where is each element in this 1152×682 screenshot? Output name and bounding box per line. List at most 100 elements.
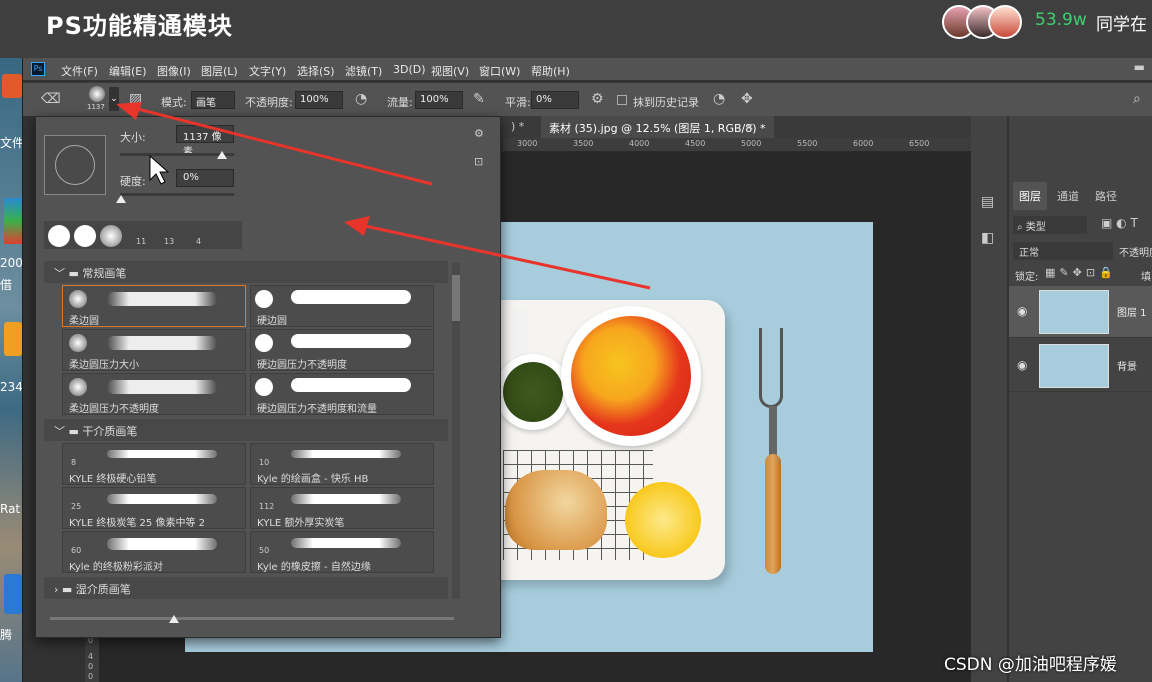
search-icon[interactable]: ⌕: [1133, 91, 1141, 107]
brush-tip-icon: [69, 290, 87, 308]
eye-icon[interactable]: ◉: [1017, 358, 1027, 372]
brush-number: 11: [136, 237, 147, 246]
hardness-slider-handle[interactable]: [116, 195, 126, 203]
mode-select[interactable]: 画笔: [191, 91, 235, 109]
menu-view[interactable]: 视图(V): [431, 63, 469, 79]
adjustments-icon[interactable]: ◧: [981, 230, 994, 246]
app-icon[interactable]: [4, 198, 22, 244]
brush-preset[interactable]: 8 KYLE 终极硬心铅笔: [62, 443, 246, 485]
gear-icon[interactable]: ⚙: [474, 127, 484, 140]
properties-icon[interactable]: ▤: [981, 194, 994, 210]
tab-document[interactable]: ) *: [503, 116, 532, 138]
brush-group-dry-media[interactable]: ﹀ ▬ 干介质画笔: [44, 419, 448, 441]
tab-channels[interactable]: 通道: [1051, 182, 1085, 210]
recent-brush[interactable]: 4: [194, 223, 214, 247]
gear-icon[interactable]: ⚙: [591, 91, 604, 107]
layer-row[interactable]: ◉ 背景: [1009, 340, 1152, 392]
filter-pixel-icon[interactable]: ▣ ◐ T: [1101, 216, 1138, 230]
menu-help[interactable]: 帮助(H): [531, 63, 570, 79]
recent-brush[interactable]: [48, 225, 70, 247]
brush-stroke-preview: [107, 538, 217, 550]
size-label: 大小:: [120, 131, 146, 144]
menu-edit[interactable]: 编辑(E): [109, 63, 147, 79]
size-field[interactable]: 1137 像素: [176, 125, 234, 158]
history-checkbox[interactable]: [617, 95, 627, 105]
scrollbar-thumb[interactable]: [452, 275, 460, 321]
recent-brush[interactable]: 11: [134, 223, 154, 247]
brush-preset[interactable]: 柔边圆压力不透明度: [62, 373, 246, 415]
airbrush-icon[interactable]: ✎: [473, 91, 485, 107]
hardness-slider[interactable]: [120, 193, 234, 196]
opacity-field[interactable]: 100%: [295, 91, 343, 109]
menu-window[interactable]: 窗口(W): [479, 63, 520, 79]
app-icon[interactable]: [4, 574, 22, 614]
menu-type[interactable]: 文字(Y): [249, 63, 286, 79]
preview-size-slider[interactable]: [50, 617, 454, 620]
tab-layers[interactable]: 图层: [1013, 182, 1047, 210]
recent-brush[interactable]: 13: [162, 223, 182, 247]
brush-angle-preview[interactable]: [44, 135, 106, 195]
smoothing-field[interactable]: 0%: [531, 91, 579, 109]
blend-mode-select[interactable]: 正常: [1013, 242, 1113, 260]
brush-group-general[interactable]: ﹀ ▬ 常规画笔: [44, 261, 448, 283]
menu-image[interactable]: 图像(I): [157, 63, 191, 79]
brush-preset-icon[interactable]: [89, 86, 105, 102]
pressure-size-icon[interactable]: ◔: [713, 91, 725, 107]
symmetry-icon[interactable]: ✥: [741, 91, 753, 107]
tab-paths[interactable]: 路径: [1089, 182, 1123, 210]
tab-document-active[interactable]: 素材 (35).jpg @ 12.5% (图层 1, RGB/8) *: [541, 116, 774, 138]
brush-preset[interactable]: 硬边圆: [250, 285, 434, 327]
brush-preset[interactable]: 柔边圆压力大小: [62, 329, 246, 371]
brush-name: KYLE 额外厚实炭笔: [257, 518, 345, 529]
brush-number: 112: [259, 502, 275, 511]
brush-preset[interactable]: 硬边圆压力不透明度: [250, 329, 434, 371]
size-slider-handle[interactable]: [217, 151, 227, 159]
layer-row[interactable]: ◉ 图层 1: [1009, 286, 1152, 338]
layer-kind-filter[interactable]: ⌕ 类型: [1013, 216, 1087, 234]
lock-icon[interactable]: ▦✎✥⊡🔒: [1045, 266, 1117, 279]
avatar[interactable]: [988, 5, 1022, 39]
brush-number: 13: [164, 237, 175, 246]
menu-filter[interactable]: 滤镜(T): [345, 63, 382, 79]
brush-preset[interactable]: 10 Kyle 的绘画盒 - 快乐 HB: [250, 443, 434, 485]
brush-name: Kyle 的终极粉彩派对: [69, 562, 163, 573]
brush-stroke-preview: [291, 538, 401, 548]
close-icon[interactable]: ×: [745, 120, 754, 133]
fork-neck-image: [769, 406, 777, 458]
brush-preset[interactable]: 60 Kyle 的终极粉彩派对: [62, 531, 246, 573]
ruler-tick: 3500: [573, 139, 594, 148]
preview-size-slider-handle[interactable]: [169, 615, 179, 623]
brush-stroke-preview: [107, 292, 217, 306]
brush-list-scrollbar[interactable]: [452, 263, 460, 599]
brush-preset[interactable]: 25 KYLE 终极炭笔 25 像素中等 2: [62, 487, 246, 529]
menu-layer[interactable]: 图层(L): [201, 63, 238, 79]
brush-preset[interactable]: 50 Kyle 的橡皮擦 - 自然边缘: [250, 531, 434, 573]
minimize-icon[interactable]: ▬: [1134, 60, 1145, 74]
hardness-field[interactable]: 0%: [176, 169, 234, 187]
brush-preset[interactable]: 硬边圆压力不透明度和流量: [250, 373, 434, 415]
menu-3d[interactable]: 3D(D): [393, 63, 426, 76]
brush-group-wet-media[interactable]: › ▬ 湿介质画笔: [44, 577, 448, 599]
recent-brush[interactable]: [74, 225, 96, 247]
brush-name: 柔边圆压力大小: [69, 360, 139, 371]
herbs-image: [503, 362, 563, 422]
layer-kind-label: 类型: [1025, 222, 1046, 233]
ruler-tick: 6000: [853, 139, 874, 148]
brush-picker-chevron-icon[interactable]: ⌄: [109, 87, 119, 111]
new-preset-icon[interactable]: ⊡: [474, 155, 483, 168]
brush-preset[interactable]: 柔边圆: [62, 285, 246, 327]
brush-preset[interactable]: 112 KYLE 额外厚实炭笔: [250, 487, 434, 529]
recent-brush[interactable]: [100, 225, 122, 247]
layer-thumbnail: [1039, 344, 1109, 388]
eraser-tool-icon[interactable]: ⌫: [41, 91, 61, 107]
menu-file[interactable]: 文件(F): [61, 63, 98, 79]
pressure-opacity-icon[interactable]: ◔: [355, 91, 367, 107]
app-icon[interactable]: [4, 322, 22, 356]
brush-settings-icon[interactable]: ▨: [129, 91, 142, 107]
app-icon[interactable]: [2, 74, 22, 98]
flow-field[interactable]: 100%: [415, 91, 463, 109]
menu-select[interactable]: 选择(S): [297, 63, 335, 79]
brush-stroke-preview: [107, 336, 217, 350]
eye-icon[interactable]: ◉: [1017, 304, 1027, 318]
hardness-label: 硬度:: [120, 175, 146, 188]
